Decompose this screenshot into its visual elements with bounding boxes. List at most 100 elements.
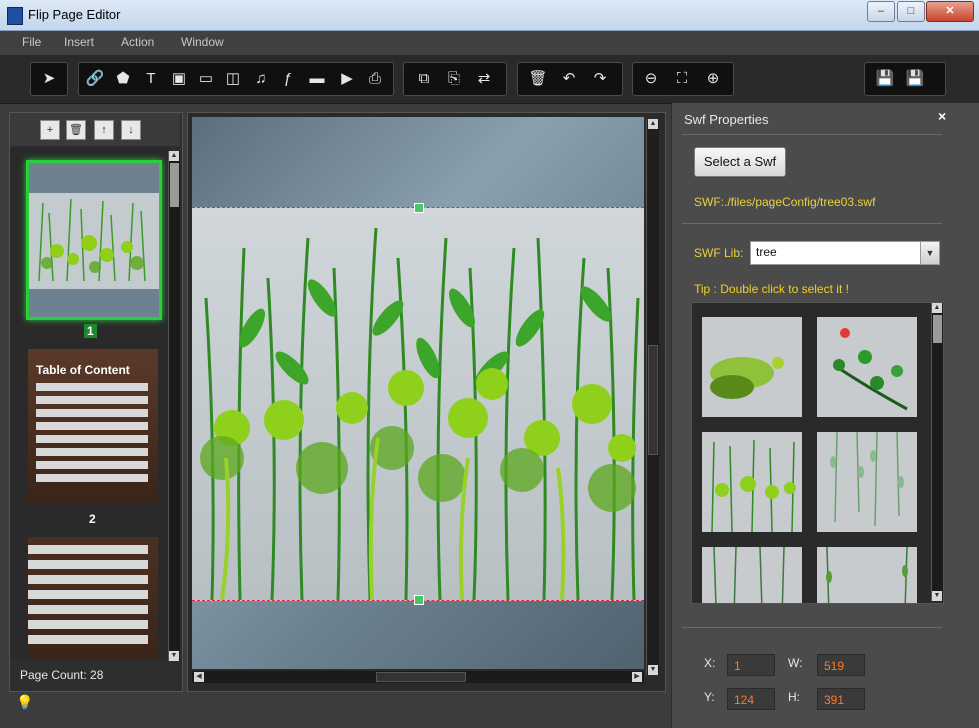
- thumbnail-scrollbar[interactable]: ▲ ▼: [168, 151, 180, 661]
- resize-handle-top[interactable]: [414, 203, 424, 213]
- delete-icon[interactable]: 🗑: [526, 67, 550, 91]
- youtube-icon[interactable]: ▶: [335, 67, 359, 91]
- library-scroll-thumb[interactable]: [933, 315, 942, 343]
- swf-item-preview: [702, 547, 802, 603]
- resize-handle-bottom[interactable]: [414, 595, 424, 605]
- swf-library-item[interactable]: [817, 317, 917, 417]
- swf-lib-dropdown[interactable]: tree ▼: [750, 241, 940, 265]
- chevron-down-icon[interactable]: ▼: [920, 242, 939, 264]
- page-3-lines: [28, 545, 148, 645]
- divider: [682, 223, 942, 224]
- width-field[interactable]: 519: [817, 654, 865, 676]
- flash-icon[interactable]: ƒ: [276, 67, 300, 91]
- pages-panel: + 🗑 ↑ ↓ 1 Table of Content 2 ▲ ▼ Page Co…: [9, 112, 183, 692]
- scroll-down-icon[interactable]: ▼: [169, 651, 179, 661]
- page-count: Page Count: 28: [20, 668, 104, 682]
- text-icon[interactable]: T: [139, 67, 163, 91]
- library-scroll-down-icon[interactable]: ▼: [932, 591, 942, 601]
- shape-icon[interactable]: ⬟: [111, 67, 135, 91]
- menu-file[interactable]: File: [22, 35, 41, 49]
- canvas-vertical-scrollbar[interactable]: ▲ ▼: [646, 119, 659, 675]
- toolbar-group-select: ➤: [30, 62, 68, 96]
- swf-item-preview: [702, 432, 802, 532]
- canvas-horizontal-scrollbar[interactable]: ◀ ▶: [192, 671, 644, 683]
- save-as-icon[interactable]: 💾: [903, 67, 927, 91]
- thumbnail-list: 1 Table of Content 2: [10, 147, 170, 659]
- toolbar-group-history: 🗑 ↶ ↷: [517, 62, 623, 96]
- page-2-title: Table of Content: [36, 363, 130, 377]
- page-background: [192, 117, 644, 669]
- scroll-up-icon[interactable]: ▲: [169, 151, 179, 161]
- swf-library-scrollbar[interactable]: ▲ ▼: [931, 303, 943, 601]
- y-label: Y:: [704, 690, 715, 704]
- app-icon: [7, 7, 23, 25]
- redo-icon[interactable]: ↷: [588, 67, 612, 91]
- toolbar: ➤ 🔗 ⬟ T ▣ ▭ ◫ ♫ ƒ ▬ ▶ ⎙ ⧉ ⎘ ⇄ 🗑 ↶ ↷ ⊖ ⛶ …: [0, 55, 979, 104]
- page-thumbnail-2[interactable]: Table of Content: [28, 349, 158, 503]
- page-thumbnail-3[interactable]: [28, 537, 158, 659]
- save-icon[interactable]: 💾: [873, 67, 897, 91]
- scroll-thumb[interactable]: [170, 163, 179, 207]
- image-icon[interactable]: ▭: [194, 67, 218, 91]
- menu-action[interactable]: Action: [121, 35, 154, 49]
- music-icon[interactable]: ♫: [249, 67, 273, 91]
- zoom-in-icon[interactable]: ⊕: [701, 67, 725, 91]
- canvas-scroll-right-icon[interactable]: ▶: [632, 672, 642, 682]
- swf-library-grid: [691, 302, 944, 604]
- x-label: X:: [704, 656, 716, 670]
- canvas-vscroll-thumb[interactable]: [648, 345, 658, 455]
- swf-library-item[interactable]: [702, 432, 802, 532]
- lightbulb-icon[interactable]: 💡: [16, 694, 33, 710]
- swap-icon[interactable]: ⇄: [472, 67, 496, 91]
- page-1-preview: [29, 163, 159, 317]
- button-icon[interactable]: ▬: [305, 67, 329, 91]
- swf-item-preview: [817, 547, 917, 603]
- close-button[interactable]: ✕: [926, 1, 974, 22]
- library-scroll-up-icon[interactable]: ▲: [932, 303, 942, 313]
- delete-page-icon[interactable]: 🗑: [66, 120, 86, 140]
- panel-close-icon[interactable]: ×: [938, 108, 946, 124]
- add-page-icon[interactable]: +: [40, 120, 60, 140]
- swf-library-item[interactable]: [817, 547, 917, 603]
- page-canvas: ▲ ▼ ◀ ▶: [187, 112, 666, 692]
- link-icon[interactable]: 🔗: [83, 67, 107, 91]
- minimize-button[interactable]: ‒: [867, 1, 895, 22]
- canvas-scroll-up-icon[interactable]: ▲: [648, 119, 658, 129]
- toolbar-group-save: 💾 💾: [864, 62, 946, 96]
- tip-text: Tip : Double click to select it !: [694, 282, 849, 296]
- h-label: H:: [788, 690, 800, 704]
- pointer-icon[interactable]: ➤: [37, 67, 61, 91]
- maximize-button[interactable]: □: [897, 1, 925, 22]
- title-bar: Flip Page Editor ‒ □ ✕: [0, 0, 979, 31]
- page-thumbnail-1[interactable]: [26, 160, 162, 320]
- menu-insert[interactable]: Insert: [64, 35, 94, 49]
- y-field[interactable]: 124: [727, 688, 775, 710]
- swf-path: SWF:./files/pageConfig/tree03.swf: [694, 195, 876, 209]
- canvas-scroll-down-icon[interactable]: ▼: [648, 665, 658, 675]
- zoom-out-icon[interactable]: ⊖: [639, 67, 663, 91]
- toolbar-group-zoom: ⊖ ⛶ ⊕: [632, 62, 734, 96]
- height-field[interactable]: 391: [817, 688, 865, 710]
- fit-icon[interactable]: ⛶: [670, 67, 694, 91]
- move-down-icon[interactable]: ↓: [121, 120, 141, 140]
- swf-library-item[interactable]: [702, 547, 802, 603]
- swf-item-preview: [702, 317, 802, 417]
- page-number-1: 1: [84, 324, 97, 338]
- select-swf-button[interactable]: Select a Swf: [694, 147, 786, 177]
- canvas-scroll-left-icon[interactable]: ◀: [194, 672, 204, 682]
- window-title: Flip Page Editor: [28, 7, 121, 22]
- menu-window[interactable]: Window: [181, 35, 224, 49]
- canvas-hscroll-thumb[interactable]: [376, 672, 466, 682]
- page-number-2: 2: [89, 512, 96, 526]
- print-icon[interactable]: ⎙: [363, 67, 387, 91]
- paste-icon[interactable]: ⎘: [442, 67, 466, 91]
- move-up-icon[interactable]: ↑: [94, 120, 114, 140]
- swf-library-item[interactable]: [817, 432, 917, 532]
- slideshow-icon[interactable]: ◫: [221, 67, 245, 91]
- swf-object[interactable]: [192, 207, 644, 601]
- video-icon[interactable]: ▣: [167, 67, 191, 91]
- x-field[interactable]: 1: [727, 654, 775, 676]
- copy-icon[interactable]: ⧉: [412, 67, 436, 91]
- swf-library-item[interactable]: [702, 317, 802, 417]
- undo-icon[interactable]: ↶: [557, 67, 581, 91]
